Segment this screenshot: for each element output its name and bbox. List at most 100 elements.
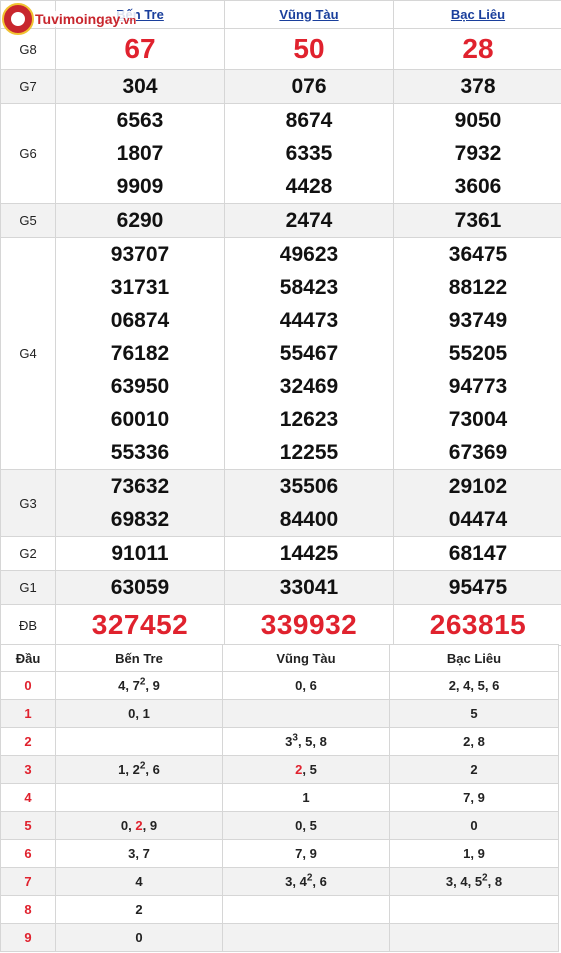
special-prize-value: 339932	[224, 604, 394, 646]
loto-cell: 0	[389, 811, 559, 840]
province-cell: Bạc Liêu	[393, 0, 561, 29]
prize-label: ĐB	[0, 604, 56, 646]
province-cell: Vũng Tàu	[224, 0, 394, 29]
prize-value: 55336	[110, 441, 170, 464]
loto-cell: 0, 2, 9	[55, 811, 223, 840]
loto-cell: 3, 4, 52, 8	[389, 867, 559, 896]
prize-value: 68147	[393, 536, 561, 571]
prize-value: 69832	[110, 508, 170, 531]
loto-cell: 4, 72, 9	[55, 671, 223, 700]
prize-value: 63950	[110, 375, 170, 398]
loto-cell: 5	[389, 699, 559, 728]
prize-value: 4428	[285, 175, 333, 198]
prize-row-special: ĐB 327452 339932 263815	[0, 604, 561, 646]
prize-value: 44473	[279, 309, 339, 332]
prize-cell: 49623 58423 44473 55467 32469 12623 1225…	[224, 237, 394, 470]
loto-header-province: Bạc Liêu	[389, 644, 559, 672]
prize-value: 8674	[285, 109, 333, 132]
prize-row-g3: G3 73632 69832 35506 84400 29102 04474	[0, 469, 561, 537]
prize-value: 91011	[55, 536, 225, 571]
prize-value: 12623	[279, 408, 339, 431]
prize-value: 35506	[279, 475, 339, 498]
prize-value: 14425	[224, 536, 394, 571]
prize-value: 58423	[279, 276, 339, 299]
prize-cell: 73632 69832	[55, 469, 225, 537]
loto-cell: 0	[55, 923, 223, 952]
prize-row-g4: G4 93707 31731 06874 76182 63950 60010 5…	[0, 237, 561, 470]
loto-row: 4 1 7, 9	[0, 783, 559, 812]
loto-dau: 2	[0, 727, 56, 756]
prize-value: 67369	[448, 441, 508, 464]
loto-cell: 0, 1	[55, 699, 223, 728]
special-prize-value: 327452	[55, 604, 225, 646]
logo-text: Tuvimoingay.vn	[35, 11, 137, 27]
loto-cell: 2	[55, 895, 223, 924]
prize-cell: 9050 7932 3606	[393, 103, 561, 204]
prize-value: 55205	[448, 342, 508, 365]
loto-row: 5 0, 2, 9 0, 5 0	[0, 811, 559, 840]
prize-cell: 36475 88122 93749 55205 94773 73004 6736…	[393, 237, 561, 470]
prize-label: G3	[0, 469, 56, 537]
prize-label: G4	[0, 237, 56, 470]
prize-label: G2	[0, 536, 56, 571]
prize-value: 304	[55, 69, 225, 104]
province-link-bac-lieu[interactable]: Bạc Liêu	[451, 7, 505, 22]
special-prize-value: 263815	[393, 604, 561, 646]
loto-cell	[222, 895, 390, 924]
prize-row-g1: G1 63059 33041 95475	[0, 570, 561, 605]
prize-cell: 93707 31731 06874 76182 63950 60010 5533…	[55, 237, 225, 470]
loto-header-province: Vũng Tàu	[222, 644, 390, 672]
loto-cell: 1, 9	[389, 839, 559, 868]
loto-row: 2 33, 5, 8 2, 8	[0, 727, 559, 756]
logo-emblem-icon	[2, 3, 34, 35]
loto-cell: 2, 5	[222, 755, 390, 784]
prize-value: 7932	[454, 142, 502, 165]
prize-value: 3606	[454, 175, 502, 198]
prize-value: 84400	[279, 508, 339, 531]
prize-value: 28	[393, 28, 561, 70]
prize-value: 04474	[448, 508, 508, 531]
prize-value: 2474	[224, 203, 394, 238]
loto-cell: 2, 4, 5, 6	[389, 671, 559, 700]
loto-row: 8 2	[0, 895, 559, 924]
prize-label: G7	[0, 69, 56, 104]
loto-cell	[222, 699, 390, 728]
prize-cell: 6563 1807 9909	[55, 103, 225, 204]
prize-label: G6	[0, 103, 56, 204]
prize-value: 6563	[116, 109, 164, 132]
prize-cell: 35506 84400	[224, 469, 394, 537]
prize-row-g7: G7 304 076 378	[0, 69, 561, 104]
prize-value: 6335	[285, 142, 333, 165]
prize-value: 31731	[110, 276, 170, 299]
loto-cell	[389, 895, 559, 924]
prize-value: 9909	[116, 175, 164, 198]
prize-value: 94773	[448, 375, 508, 398]
loto-head-table: Đầu Bến Tre Vũng Tàu Bạc Liêu 0 4, 72, 9…	[0, 644, 559, 952]
loto-cell: 33, 5, 8	[222, 727, 390, 756]
prize-value: 378	[393, 69, 561, 104]
site-logo[interactable]: Tuvimoingay.vn	[2, 1, 137, 37]
province-link-vung-tau[interactable]: Vũng Tàu	[279, 7, 338, 22]
loto-row: 1 0, 1 5	[0, 699, 559, 728]
loto-dau: 4	[0, 783, 56, 812]
loto-cell	[389, 923, 559, 952]
prize-value: 06874	[110, 309, 170, 332]
prize-value: 33041	[224, 570, 394, 605]
loto-cell: 4	[55, 867, 223, 896]
prize-row-g5: G5 6290 2474 7361	[0, 203, 561, 238]
loto-row: 9 0	[0, 923, 559, 952]
prize-value: 63059	[55, 570, 225, 605]
prize-value: 93707	[110, 243, 170, 266]
prize-value: 93749	[448, 309, 508, 332]
prize-value: 7361	[393, 203, 561, 238]
loto-cell: 7, 9	[389, 783, 559, 812]
loto-header-row: Đầu Bến Tre Vũng Tàu Bạc Liêu	[0, 644, 559, 672]
prize-label: G1	[0, 570, 56, 605]
prize-value: 9050	[454, 109, 502, 132]
prize-row-g2: G2 91011 14425 68147	[0, 536, 561, 571]
prize-cell: 29102 04474	[393, 469, 561, 537]
loto-cell: 2	[389, 755, 559, 784]
loto-cell: 0, 5	[222, 811, 390, 840]
loto-row: 0 4, 72, 9 0, 6 2, 4, 5, 6	[0, 671, 559, 700]
loto-dau: 3	[0, 755, 56, 784]
